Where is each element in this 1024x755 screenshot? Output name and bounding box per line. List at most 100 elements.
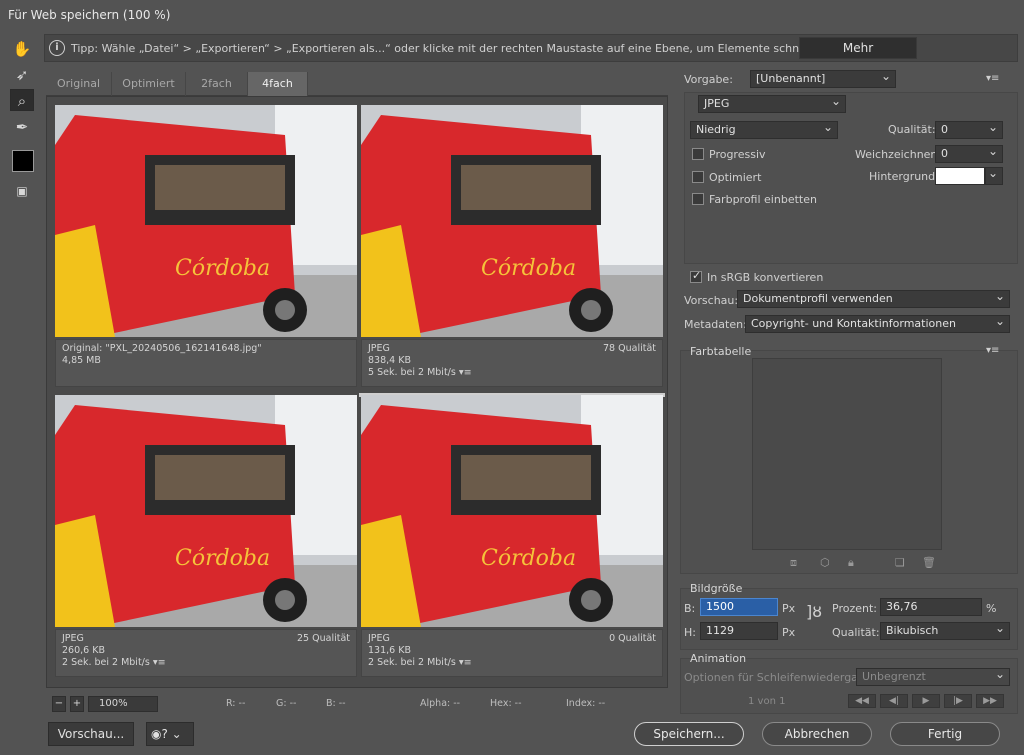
pane-quality: 78 Qualität: [603, 343, 656, 354]
pane-info-line2: 131,6 KB: [368, 645, 411, 656]
preview-image: Córdoba: [55, 105, 357, 337]
width-label: B:: [684, 602, 696, 615]
pane-menu-icon[interactable]: ▾≡: [459, 367, 472, 378]
preview-button[interactable]: Vorschau...: [48, 722, 134, 746]
more-button[interactable]: Mehr: [799, 37, 917, 59]
browser-preview-dropdown[interactable]: ◉? ⌄: [146, 722, 194, 746]
pane-menu-icon[interactable]: ▾≡: [153, 657, 166, 668]
format-dropdown[interactable]: JPEG: [698, 95, 846, 113]
preview-profile-label: Vorschau:: [684, 294, 739, 307]
lock-color-icon[interactable]: 🔒︎: [848, 556, 854, 570]
previous-frame-icon[interactable]: ◀|: [880, 694, 908, 708]
blur-value-field[interactable]: 0: [935, 145, 1003, 163]
matte-dropdown-arrow[interactable]: [985, 167, 1003, 185]
resample-quality-dropdown[interactable]: Bikubisch: [880, 622, 1010, 640]
percent-unit: %: [986, 602, 997, 615]
tool-panel: ✋ ➶ ⌕ ✒ ▣: [0, 32, 42, 722]
quality-label: Qualität:: [888, 123, 936, 136]
loop-options-label: Optionen für Schleifenwiedergabe:: [684, 671, 876, 684]
tab-optimized[interactable]: Optimiert: [112, 72, 186, 96]
percent-input[interactable]: 36,76: [880, 598, 982, 616]
pane-info-line3: 5 Sek. bei 2 Mbit/s ▾≡: [368, 367, 472, 378]
toggle-slices-icon[interactable]: ▣: [10, 180, 34, 202]
optimized-label: Optimiert: [709, 171, 762, 184]
metadata-dropdown[interactable]: Copyright- und Kontaktinformationen: [745, 315, 1010, 333]
height-unit: Px: [782, 626, 796, 639]
save-button[interactable]: Speichern...: [634, 722, 744, 746]
pane-menu-icon[interactable]: ▾≡: [459, 657, 472, 668]
last-frame-icon[interactable]: ▶▶: [976, 694, 1004, 708]
constrain-proportions-icon[interactable]: ]ȣ: [806, 604, 822, 620]
zoom-out-icon[interactable]: −: [52, 696, 66, 712]
matte-label: Hintergrund:: [869, 170, 939, 183]
bus-lettering: Córdoba: [481, 546, 576, 571]
web-shift-icon[interactable]: ⬡: [820, 556, 830, 569]
zoom-level-select[interactable]: 100%: [88, 696, 158, 712]
optimized-checkbox[interactable]: [692, 171, 704, 183]
slice-select-tool-icon[interactable]: ➶: [10, 64, 34, 86]
hand-tool-icon[interactable]: ✋: [10, 38, 34, 60]
width-input[interactable]: 1500: [700, 598, 778, 616]
pane-info-line2: 4,85 MB: [62, 355, 101, 366]
height-input[interactable]: 1129: [700, 622, 778, 640]
loop-options-dropdown[interactable]: Unbegrenzt: [856, 668, 1010, 686]
bus-photo: Córdoba: [55, 105, 357, 337]
readout-hex: Hex: --: [490, 698, 522, 709]
metadata-label: Metadaten:: [684, 318, 747, 331]
delete-color-icon[interactable]: 🗑︎: [922, 556, 936, 569]
preview-profile-dropdown[interactable]: Dokumentprofil verwenden: [737, 290, 1010, 308]
color-table-swatches[interactable]: [752, 358, 942, 550]
eyedropper-tool-icon[interactable]: ✒: [10, 116, 34, 138]
done-button[interactable]: Fertig: [890, 722, 1000, 746]
tab-original[interactable]: Original: [46, 72, 112, 96]
animation-title: Animation: [690, 652, 747, 665]
zoom-tool-icon[interactable]: ⌕: [10, 89, 34, 111]
preset-menu-icon[interactable]: ▾≡: [986, 73, 999, 84]
pane-info-line3: 2 Sek. bei 2 Mbit/s ▾≡: [368, 657, 472, 668]
tab-4up[interactable]: 4fach: [248, 72, 308, 96]
quality-value-field[interactable]: 0: [935, 121, 1003, 139]
map-to-transparent-icon[interactable]: ⧈: [790, 556, 797, 570]
srgb-label: In sRGB konvertieren: [707, 271, 824, 284]
pane-info: JPEG 131,6 KB 2 Sek. bei 2 Mbit/s ▾≡ 0 Q…: [361, 629, 663, 677]
progressive-checkbox[interactable]: [692, 148, 704, 160]
tab-2up[interactable]: 2fach: [186, 72, 248, 96]
embed-profile-checkbox[interactable]: [692, 193, 704, 205]
embed-profile-label: Farbprofil einbetten: [709, 193, 817, 206]
bus-photo: Córdoba: [361, 105, 663, 337]
preset-dropdown[interactable]: [Unbenannt]: [750, 70, 896, 88]
pane-info: JPEG 260,6 KB 2 Sek. bei 2 Mbit/s ▾≡ 25 …: [55, 629, 357, 677]
bus-photo: Córdoba: [361, 395, 663, 627]
height-label: H:: [684, 626, 696, 639]
bus-lettering: Córdoba: [175, 546, 270, 571]
pane-info-line2: 260,6 KB: [62, 645, 105, 656]
image-size-title: Bildgröße: [690, 582, 743, 595]
play-icon[interactable]: ▶: [912, 694, 940, 708]
eyedropper-color-swatch[interactable]: [12, 150, 34, 172]
matte-color-swatch[interactable]: [935, 167, 985, 185]
window-title: Für Web speichern (100 %): [8, 8, 171, 22]
browser-preview-icon: ◉?: [151, 727, 168, 741]
readout-r: R: --: [226, 698, 246, 709]
srgb-checkbox[interactable]: [690, 269, 702, 283]
pane-info-line3: 2 Sek. bei 2 Mbit/s ▾≡: [62, 657, 166, 668]
chevron-down-icon: ⌄: [171, 727, 182, 741]
new-color-icon[interactable]: ❏: [895, 556, 905, 569]
pane-info: Original: "PXL_20240506_162141648.jpg" 4…: [55, 339, 357, 387]
frame-counter: 1 von 1: [748, 696, 786, 707]
pane-quality: 0 Qualität: [609, 633, 656, 644]
preview-image: Córdoba: [361, 395, 663, 627]
preset-label: Vorgabe:: [684, 73, 733, 86]
bus-lettering: Córdoba: [481, 256, 576, 281]
first-frame-icon[interactable]: ◀◀: [848, 694, 876, 708]
tip-bar: i Tipp: Wähle „Datei“ > „Exportieren“ > …: [44, 34, 1018, 62]
color-table-menu-icon[interactable]: ▾≡: [986, 345, 999, 356]
zoom-in-icon[interactable]: +: [70, 696, 84, 712]
preview-image: Córdoba: [55, 395, 357, 627]
cancel-button[interactable]: Abbrechen: [762, 722, 872, 746]
next-frame-icon[interactable]: |▶: [944, 694, 972, 708]
pane-info-line2: 838,4 KB: [368, 355, 411, 366]
color-table-title: Farbtabelle: [690, 345, 752, 358]
readout-g: G: --: [276, 698, 297, 709]
quality-preset-dropdown[interactable]: Niedrig: [690, 121, 838, 139]
